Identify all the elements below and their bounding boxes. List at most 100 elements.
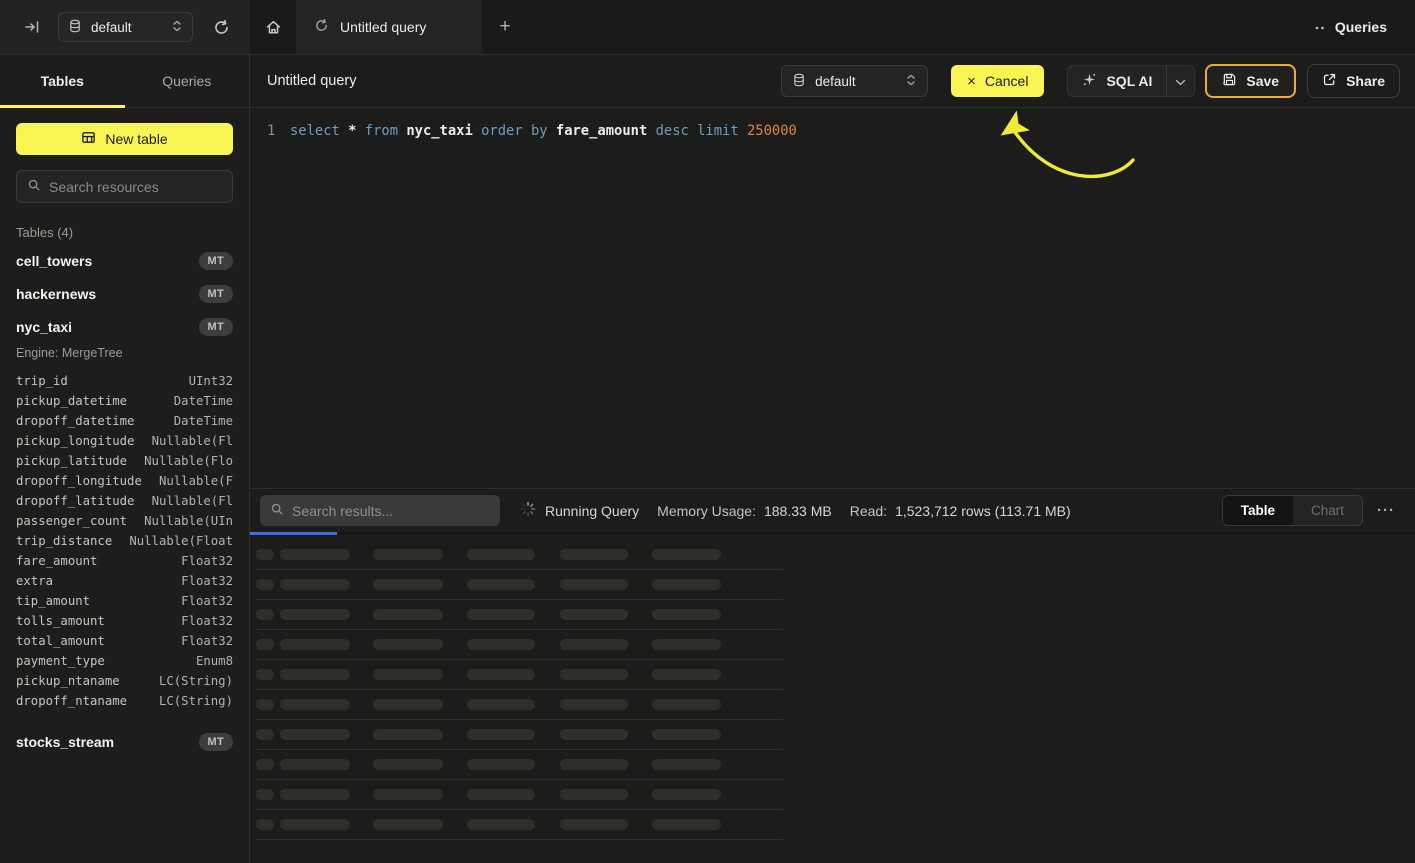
sql-token: nyc_taxi — [406, 123, 472, 139]
editor-controls: default × Cancel — [781, 64, 1400, 98]
column-name: dropoff_ntaname — [16, 691, 127, 711]
skeleton-cell — [652, 729, 721, 740]
skeleton-cell — [256, 579, 274, 590]
column-row: dropoff_longitudeNullable(F — [16, 471, 233, 491]
queries-nav-button[interactable]: Queries — [1314, 19, 1387, 35]
column-type: Nullable(Fl — [152, 431, 233, 451]
column-row: dropoff_datetimeDateTime — [16, 411, 233, 431]
memory-usage: Memory Usage: 188.33 MB — [657, 503, 832, 519]
database-icon — [68, 19, 82, 36]
query-status: Running Query — [520, 501, 639, 520]
skeleton-row — [256, 660, 783, 690]
results-toolbar: Running Query Memory Usage: 188.33 MB Re… — [250, 489, 1415, 532]
column-row: tolls_amountFloat32 — [16, 611, 233, 631]
sql-ai-label: SQL AI — [1106, 73, 1152, 89]
sql-ai-dropdown[interactable] — [1166, 66, 1194, 96]
skeleton-cell — [256, 549, 274, 560]
tab-tables[interactable]: Tables — [0, 55, 125, 107]
skeleton-row — [256, 540, 783, 570]
skeleton-cell — [652, 669, 721, 680]
share-button[interactable]: Share — [1307, 64, 1400, 98]
skeleton-cell — [467, 759, 535, 770]
skeleton-cell — [652, 759, 721, 770]
view-toggle-table[interactable]: Table — [1223, 496, 1293, 525]
column-type: Nullable(Fl — [152, 491, 233, 511]
main-panel: Untitled query default — [250, 55, 1415, 863]
sidebar-table-nyc_taxi[interactable]: nyc_taxiMT — [16, 310, 233, 343]
app-root: default — [0, 0, 1415, 863]
sidebar-table-hackernews[interactable]: hackernewsMT — [16, 277, 233, 310]
sql-token: * — [348, 123, 356, 139]
skeleton-cell — [467, 699, 535, 710]
cancel-button[interactable]: × Cancel — [951, 65, 1044, 97]
database-icon — [792, 73, 806, 90]
column-row: dropoff_latitude Nullable(Fl — [16, 491, 233, 511]
new-tab-button[interactable]: + — [482, 0, 528, 54]
skeleton-cell — [652, 579, 721, 590]
column-row: trip_distanceNullable(Float — [16, 531, 233, 551]
sql-token: limit — [697, 123, 739, 139]
status-text: Running Query — [545, 503, 639, 519]
collapse-sidebar-icon[interactable] — [18, 13, 46, 41]
column-row: pickup_latitudeNullable(Flo — [16, 451, 233, 471]
column-name: total_amount — [16, 631, 105, 651]
editor-database-select[interactable]: default — [781, 65, 928, 97]
engine-badge: MT — [199, 733, 233, 751]
topbar-left: default — [0, 0, 250, 54]
topbar-database-select[interactable]: default — [58, 12, 193, 42]
sidebar: Tables Queries New table — [0, 55, 250, 863]
search-resources-input[interactable] — [49, 179, 230, 195]
database-select-value: default — [91, 20, 162, 35]
sql-token: order — [481, 123, 523, 139]
read-value: 1,523,712 rows (113.71 MB) — [895, 503, 1071, 519]
sql-token: from — [365, 123, 398, 139]
more-options-button[interactable]: ··· — [1373, 502, 1399, 519]
skeleton-row — [256, 630, 783, 660]
home-icon[interactable] — [250, 0, 296, 54]
skeleton-row — [256, 570, 783, 600]
column-name: dropoff_latitude — [16, 491, 134, 511]
column-name: extra — [16, 571, 53, 591]
column-type: Nullable(Float — [129, 531, 233, 551]
skeleton-cell — [256, 789, 274, 800]
memory-value: 188.33 MB — [764, 503, 832, 519]
sidebar-table-cell_towers[interactable]: cell_towersMT — [16, 244, 233, 277]
tables-list: cell_towersMThackernewsMTnyc_taxiMTEngin… — [0, 244, 249, 758]
save-button[interactable]: Save — [1205, 64, 1296, 98]
column-row: dropoff_ntanameLC(String) — [16, 691, 233, 711]
new-table-button[interactable]: New table — [16, 123, 233, 155]
skeleton-cell — [560, 549, 628, 560]
sidebar-table-stocks_stream[interactable]: stocks_streamMT — [16, 725, 233, 758]
skeleton-cell — [560, 609, 628, 620]
read-stat: Read: 1,523,712 rows (113.71 MB) — [850, 503, 1071, 519]
sql-ai-main[interactable]: SQL AI — [1068, 66, 1166, 96]
table-name: cell_towers — [16, 253, 92, 269]
chevron-down-icon — [1175, 73, 1186, 89]
results-toolbar-right: TableChart ··· — [1222, 495, 1399, 526]
close-icon: × — [967, 74, 976, 89]
column-name: tip_amount — [16, 591, 90, 611]
view-toggle-chart[interactable]: Chart — [1293, 496, 1362, 525]
skeleton-cell — [560, 639, 628, 650]
sql-editor[interactable]: 1 select * from nyc_taxi order by fare_a… — [250, 108, 1415, 488]
tab-queries[interactable]: Queries — [125, 55, 250, 107]
column-row: fare_amountFloat32 — [16, 551, 233, 571]
skeleton-cell — [280, 579, 350, 590]
search-results-input[interactable] — [292, 503, 490, 519]
queries-label: Queries — [1335, 19, 1387, 35]
skeleton-cell — [280, 609, 350, 620]
skeleton-row — [256, 690, 783, 720]
skeleton-cell — [280, 789, 350, 800]
save-label: Save — [1246, 73, 1279, 89]
sidebar-tabs: Tables Queries — [0, 55, 249, 108]
tab-tables-label: Tables — [41, 73, 84, 89]
refresh-icon[interactable] — [207, 13, 235, 41]
sql-token: 250000 — [747, 123, 797, 139]
skeleton-cell — [560, 699, 628, 710]
table-name: nyc_taxi — [16, 319, 72, 335]
new-table-icon — [81, 130, 96, 148]
column-row: trip_idUInt32 — [16, 371, 233, 391]
save-icon — [1222, 72, 1237, 90]
tab-untitled-query[interactable]: Untitled query — [296, 0, 482, 54]
skeleton-cell — [256, 729, 274, 740]
